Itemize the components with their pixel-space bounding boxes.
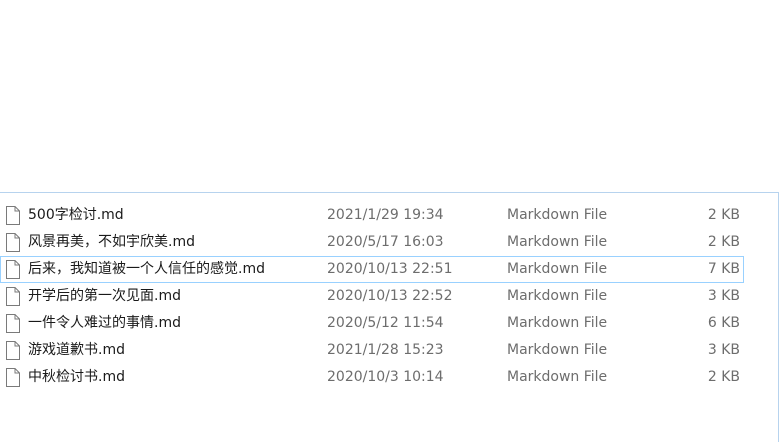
document-icon xyxy=(6,314,20,333)
file-size: 2 KB xyxy=(707,234,740,250)
document-icon xyxy=(6,368,20,387)
file-name: 500字检讨.md xyxy=(28,207,124,223)
file-type: Markdown File xyxy=(507,369,608,385)
file-size: 7 KB xyxy=(707,261,740,277)
file-size: 6 KB xyxy=(707,315,740,331)
document-icon xyxy=(6,287,20,306)
file-type: Markdown File xyxy=(507,207,608,223)
file-row[interactable]: 一件令人难过的事情.md 2020/5/12 11:54 Markdown Fi… xyxy=(0,310,778,337)
file-size: 2 KB xyxy=(707,207,740,223)
document-icon xyxy=(6,341,20,360)
file-size: 3 KB xyxy=(707,342,740,358)
file-type: Markdown File xyxy=(507,342,608,358)
file-row[interactable]: 游戏道歉书.md 2021/1/28 15:23 Markdown File 3… xyxy=(0,337,778,364)
file-date-modified: 2021/1/29 19:34 xyxy=(327,207,444,223)
file-name: 风景再美，不如宇欣美.md xyxy=(28,234,195,250)
file-type: Markdown File xyxy=(507,315,608,331)
file-date-modified: 2020/10/13 22:52 xyxy=(327,288,453,304)
file-name: 游戏道歉书.md xyxy=(28,342,125,358)
file-name: 中秋检讨书.md xyxy=(28,369,125,385)
file-date-modified: 2020/10/3 10:14 xyxy=(327,369,444,385)
document-icon xyxy=(6,260,20,279)
file-row[interactable]: 开学后的第一次见面.md 2020/10/13 22:52 Markdown F… xyxy=(0,283,778,310)
file-row[interactable]: 中秋检讨书.md 2020/10/3 10:14 Markdown File 2… xyxy=(0,364,778,391)
file-date-modified: 2021/1/28 15:23 xyxy=(327,342,444,358)
file-size: 2 KB xyxy=(707,369,740,385)
file-type: Markdown File xyxy=(507,234,608,250)
file-row[interactable]: 500字检讨.md 2021/1/29 19:34 Markdown File … xyxy=(0,202,778,229)
file-type: Markdown File xyxy=(507,261,608,277)
file-row[interactable]: 风景再美，不如宇欣美.md 2020/5/17 16:03 Markdown F… xyxy=(0,229,778,256)
explorer-window: 500字检讨.md 2021/1/29 19:34 Markdown File … xyxy=(0,0,781,442)
file-list: 500字检讨.md 2021/1/29 19:34 Markdown File … xyxy=(0,202,778,391)
file-type: Markdown File xyxy=(507,288,608,304)
file-name: 开学后的第一次见面.md xyxy=(28,288,181,304)
file-date-modified: 2020/5/17 16:03 xyxy=(327,234,444,250)
document-icon xyxy=(6,233,20,252)
file-date-modified: 2020/10/13 22:51 xyxy=(327,261,453,277)
file-size: 3 KB xyxy=(707,288,740,304)
file-list-pane[interactable]: 500字检讨.md 2021/1/29 19:34 Markdown File … xyxy=(0,192,779,442)
file-name: 后来，我知道被一个人信任的感觉.md xyxy=(28,261,265,277)
file-row[interactable]: 后来，我知道被一个人信任的感觉.md 2020/10/13 22:51 Mark… xyxy=(0,256,744,283)
file-date-modified: 2020/5/12 11:54 xyxy=(327,315,444,331)
document-icon xyxy=(6,206,20,225)
file-name: 一件令人难过的事情.md xyxy=(28,315,181,331)
